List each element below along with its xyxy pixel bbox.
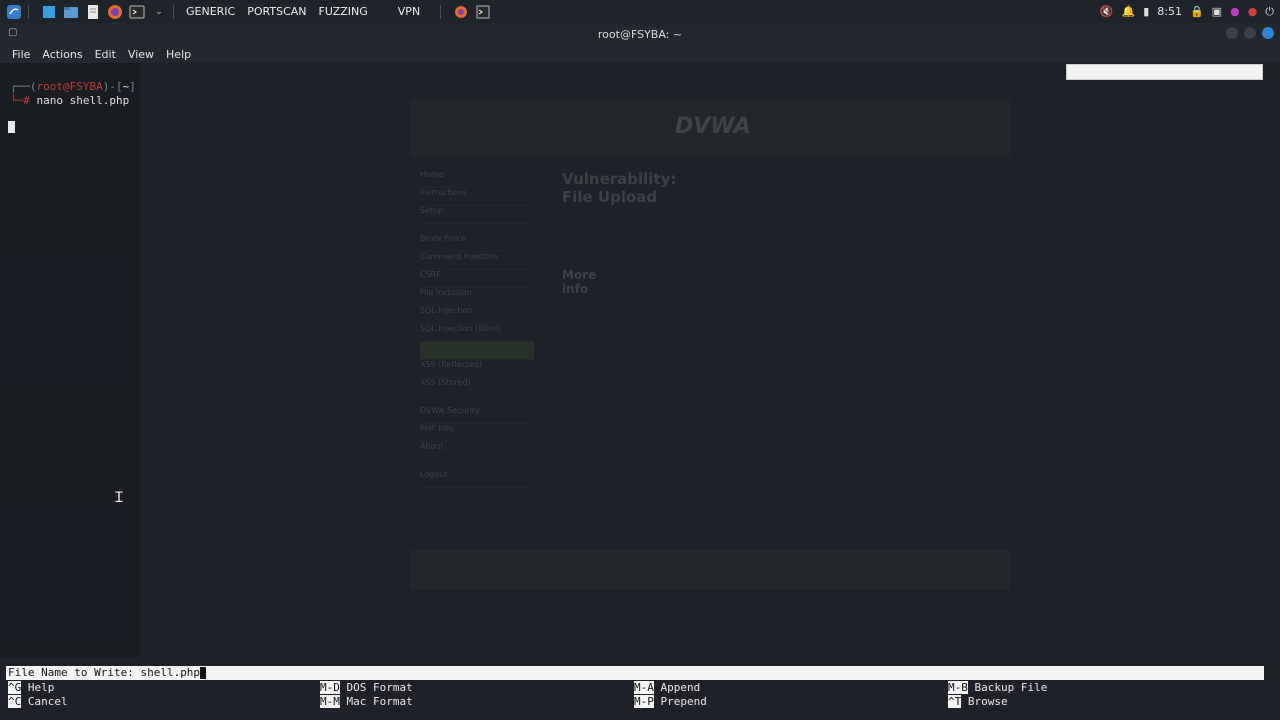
shortcut-backup-file[interactable]: M-B Backup File xyxy=(948,681,1047,695)
dvwa-footer xyxy=(410,550,1010,590)
lock-icon[interactable]: 🔒 xyxy=(1190,5,1204,18)
notifications-icon[interactable]: 🔔 xyxy=(1122,5,1136,18)
prompt-prefix: ┌──( xyxy=(10,80,37,93)
filename-input[interactable]: shell.php xyxy=(140,666,200,679)
dvwa-logo: DVWA xyxy=(675,114,751,139)
panel-tray: 🔇 🔔 ▮ 8:51 🔒 ▣ ● ● ⏻ xyxy=(1100,5,1280,19)
battery-icon[interactable]: ▮ xyxy=(1143,5,1149,18)
shortcut-prepend[interactable]: M-P Prepend xyxy=(634,695,707,709)
top-panel: ⌄ GENERIC PORTSCAN FUZZING VPN 🔇 🔔 ▮ 8:5… xyxy=(0,0,1280,23)
shortcut-cancel[interactable]: ^C Cancel xyxy=(8,695,68,709)
workspace-vpn[interactable]: VPN xyxy=(392,5,426,18)
dvwa-more-info: More info xyxy=(562,268,597,296)
shortcut-browse[interactable]: ^T Browse xyxy=(948,695,1008,709)
nav-item: DVWA Security xyxy=(420,406,534,424)
shortcut-dos-format[interactable]: M-D DOS Format xyxy=(320,681,413,695)
nav-item: File Inclusion xyxy=(420,288,534,306)
mouse-ibeam-icon: Ｉ xyxy=(112,490,126,506)
dvwa-header: DVWA xyxy=(410,100,1010,156)
prompt-end: ] xyxy=(129,80,136,93)
firefox-task-icon[interactable] xyxy=(453,4,469,20)
kali-menu-icon[interactable] xyxy=(6,4,22,20)
power-icon[interactable]: ⏻ xyxy=(1265,5,1274,19)
nav-item: XSS (Reflected) xyxy=(420,360,534,378)
menu-bar: File Actions Edit View Help xyxy=(0,45,1280,63)
command-text: nano shell.php xyxy=(36,94,130,107)
nav-item: Brute Force xyxy=(420,234,534,252)
workspace-generic[interactable]: GENERIC xyxy=(180,5,241,18)
panel-separator xyxy=(28,4,29,19)
nav-item: Instructions xyxy=(420,188,534,206)
panel-separator xyxy=(173,4,174,19)
window-titlebar[interactable]: ▢ root@FSYBA: ~ xyxy=(0,23,1280,45)
nav-item: XSS (Stored) xyxy=(420,378,534,396)
shortcut-help[interactable]: ^G Help xyxy=(8,681,54,695)
nav-item: Setup xyxy=(420,206,534,224)
workspace-portscan[interactable]: PORTSCAN xyxy=(241,5,312,18)
nav-item-active xyxy=(420,342,534,360)
input-caret xyxy=(200,667,207,679)
nav-item: SQL Injection xyxy=(420,306,534,324)
workspace-fuzzing[interactable]: FUZZING xyxy=(313,5,374,18)
file-manager-icon[interactable] xyxy=(63,4,79,20)
dvwa-nav: Home Instructions Setup Brute Force Comm… xyxy=(420,170,534,490)
app-icon[interactable]: ● xyxy=(1248,5,1258,18)
window-icon: ▢ xyxy=(8,27,18,38)
window-controls xyxy=(1226,27,1274,39)
color-picker-icon[interactable]: ● xyxy=(1230,5,1240,18)
minimize-icon[interactable] xyxy=(1226,27,1238,39)
terminal-body[interactable] xyxy=(0,63,1280,720)
clock[interactable]: 8:51 xyxy=(1157,5,1182,18)
nano-shortcuts: ^G Help ^C Cancel M-D DOS Format M-M Mac… xyxy=(6,681,1262,711)
firefox-icon[interactable] xyxy=(107,4,123,20)
nano-filename-prompt[interactable]: File Name to Write: shell.php xyxy=(6,666,1264,680)
maximize-icon[interactable] xyxy=(1244,27,1256,39)
menu-file[interactable]: File xyxy=(6,48,36,61)
nav-item: Command Injection xyxy=(420,252,534,270)
nav-item: CSRF xyxy=(420,270,534,288)
mute-icon[interactable]: 🔇 xyxy=(1100,5,1114,18)
chevron-down-icon[interactable]: ⌄ xyxy=(151,4,167,20)
prompt-line: ┌──(root@FSYBA)-[~] xyxy=(10,80,136,93)
prompt-mid: )-[ xyxy=(102,80,123,93)
panel-separator xyxy=(440,4,442,19)
close-icon[interactable] xyxy=(1262,27,1274,39)
menu-help[interactable]: Help xyxy=(160,48,197,61)
window-title: root@FSYBA: ~ xyxy=(597,27,683,41)
shortcut-mac-format[interactable]: M-M Mac Format xyxy=(320,695,413,709)
command-line: └─# nano shell.php xyxy=(10,94,129,107)
screen-icon[interactable]: ▣ xyxy=(1212,5,1222,18)
terminal-cursor xyxy=(8,121,15,133)
menu-edit[interactable]: Edit xyxy=(89,48,122,61)
faded-sidebar xyxy=(0,63,140,658)
menu-actions[interactable]: Actions xyxy=(36,48,88,61)
nav-item: Home xyxy=(420,170,534,188)
menu-view[interactable]: View xyxy=(122,48,160,61)
nav-item: PHP Info xyxy=(420,424,534,442)
faded-search-field xyxy=(1066,64,1263,80)
nav-item: About xyxy=(420,442,534,460)
shortcut-append[interactable]: M-A Append xyxy=(634,681,700,695)
nav-item: Logout xyxy=(420,470,534,488)
dvwa-page-heading: Vulnerability: File Upload xyxy=(562,170,677,206)
text-editor-icon[interactable] xyxy=(85,4,101,20)
terminal-task-icon[interactable] xyxy=(475,4,491,20)
show-desktop-icon[interactable] xyxy=(41,4,57,20)
prompt-user: root@FSYBA xyxy=(36,80,103,93)
nav-item: SQL Injection (Blind) xyxy=(420,324,534,342)
terminal-icon[interactable] xyxy=(129,4,145,20)
filename-label: File Name to Write: xyxy=(8,666,141,679)
prompt-arrow: └─# xyxy=(10,94,30,107)
